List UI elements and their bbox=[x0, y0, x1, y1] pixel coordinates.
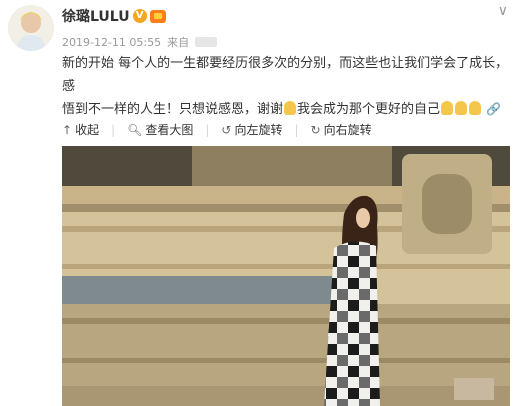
post-meta: 2019-12-11 05:55 来自 bbox=[62, 34, 218, 50]
source-blur bbox=[195, 37, 218, 47]
rotate-right-icon: ↻ bbox=[310, 122, 321, 137]
strong-emoji-icon bbox=[441, 101, 454, 115]
rotate-left-label: 向左旋转 bbox=[234, 123, 283, 137]
rotate-right-label: 向右旋转 bbox=[323, 123, 372, 137]
post-text: 新的开始 每个人的一生都要经历很多次的分别，而这些也让我们学会了成长，感 悟到不… bbox=[62, 52, 510, 121]
pray-emoji-icon bbox=[284, 101, 297, 115]
avatar[interactable] bbox=[8, 5, 54, 51]
collapse-button[interactable]: ↑ 收起 bbox=[62, 121, 99, 138]
post-text-part-a: 悟到不一样的人生！只想说感恩，谢谢 bbox=[62, 102, 284, 117]
verified-badge-icon: V bbox=[132, 9, 147, 23]
username-row: 徐璐LULU V bbox=[62, 6, 166, 26]
toolbar-divider: | bbox=[294, 122, 299, 137]
toolbar-divider: | bbox=[111, 122, 116, 137]
post-text-line1: 新的开始 每个人的一生都要经历很多次的分别，而这些也让我们学会了成长，感 bbox=[62, 56, 509, 94]
view-large-button[interactable]: 🔍︎ 查看大图 bbox=[127, 121, 193, 138]
post-text-line2: 悟到不一样的人生！只想说感恩，谢谢 我会成为那个更好的自己 🔗 bbox=[62, 98, 510, 121]
rotate-right-button[interactable]: ↻ 向右旋转 bbox=[311, 121, 372, 138]
chevron-down-icon[interactable]: ∨ bbox=[498, 3, 508, 19]
strong-emoji-icon bbox=[455, 101, 468, 115]
collapse-icon: ↑ bbox=[62, 122, 73, 137]
rotate-left-button[interactable]: ↺ 向左旋转 bbox=[221, 121, 282, 138]
post-source-prefix: 来自 bbox=[167, 36, 190, 49]
strong-emoji-icon bbox=[469, 101, 482, 115]
vip-crown-icon bbox=[149, 9, 166, 23]
rotate-left-icon: ↺ bbox=[221, 122, 232, 137]
toolbar-divider: | bbox=[205, 122, 210, 137]
view-large-label: 查看大图 bbox=[145, 123, 194, 137]
post-text-part-b: 我会成为那个更好的自己 bbox=[297, 102, 441, 117]
collapse-label: 收起 bbox=[75, 123, 100, 137]
magnifier-icon: 🔍︎ bbox=[127, 122, 143, 137]
post-timestamp[interactable]: 2019-12-11 05:55 bbox=[62, 36, 161, 49]
username[interactable]: 徐璐LULU bbox=[62, 6, 130, 26]
link-icon[interactable]: 🔗 bbox=[486, 102, 501, 116]
image-toolbar: ↑ 收起 | 🔍︎ 查看大图 | ↺ 向左旋转 | ↻ 向右旋转 bbox=[62, 121, 372, 138]
post-photo[interactable] bbox=[62, 146, 510, 406]
